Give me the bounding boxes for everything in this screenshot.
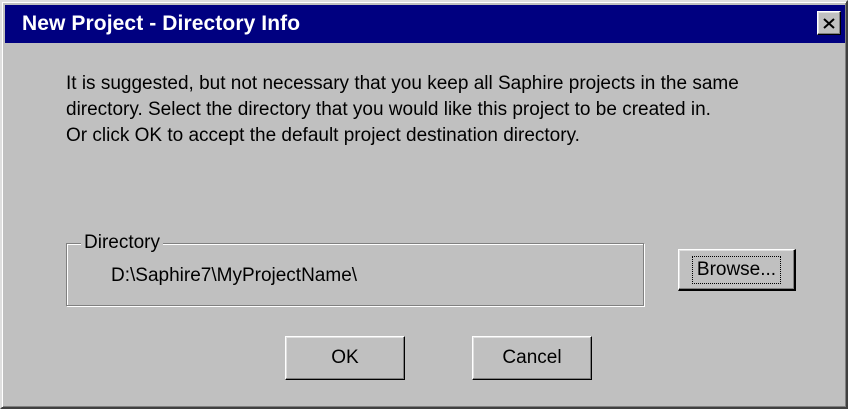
directory-legend: Directory xyxy=(81,232,164,254)
browse-button[interactable]: Browse... xyxy=(678,249,796,291)
message-line-2: directory. Select the directory that you… xyxy=(66,99,711,120)
browse-button-label: Browse... xyxy=(691,255,782,284)
cancel-button[interactable]: Cancel xyxy=(472,336,592,380)
ok-button[interactable]: OK xyxy=(285,336,405,380)
window-title: New Project - Directory Info xyxy=(22,12,301,35)
dialog-window: New Project - Directory Info It is sugge… xyxy=(0,0,848,409)
message-line-1: It is suggested, but not necessary that … xyxy=(66,73,739,94)
instruction-message: It is suggested, but not necessary that … xyxy=(66,71,836,149)
message-line-3: Or click OK to accept the default projec… xyxy=(66,125,580,146)
close-x-icon xyxy=(823,17,835,29)
title-bar[interactable]: New Project - Directory Info xyxy=(5,5,845,43)
directory-groupbox: Directory D:\Saphire7\MyProjectName\ xyxy=(66,232,644,306)
directory-path: D:\Saphire7\MyProjectName\ xyxy=(111,265,358,286)
close-button[interactable] xyxy=(817,11,841,35)
